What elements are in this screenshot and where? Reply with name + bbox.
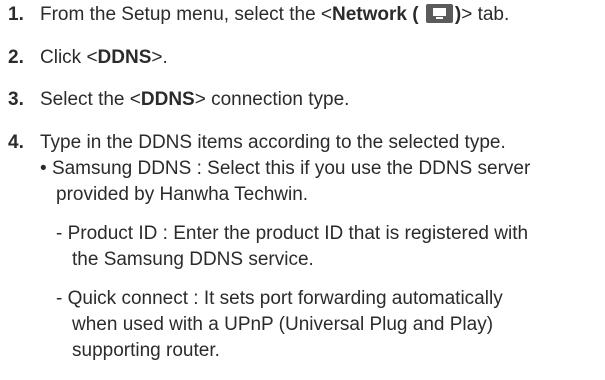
bullet-text-line2: provided by Hanwha Techwin.	[56, 184, 309, 205]
bullet-marker: •	[40, 158, 47, 179]
dash-text-line3: supporting router.	[72, 340, 220, 361]
bullet-samsung-ddns-cont: provided by Hanwha Techwin.	[56, 183, 308, 207]
dash-text-line2: when used with a UPnP (Universal Plug an…	[72, 314, 494, 335]
dash-quick-connect: - Quick connect : It sets port forwardin…	[56, 287, 503, 311]
step-number: 1.	[8, 4, 24, 25]
ddns-label: DDNS	[140, 89, 195, 110]
dash-text-line1: Product ID : Enter the product ID that i…	[67, 223, 529, 244]
step-number: 4.	[8, 132, 24, 153]
dash-product-id-cont: the Samsung DDNS service.	[72, 248, 314, 272]
bullet-text-line1: Samsung DDNS : Select this if you use th…	[51, 158, 531, 179]
step-number: 3.	[8, 89, 24, 110]
step-number: 2.	[8, 47, 24, 68]
step-3: 3. Select the <DDNS> connection type.	[8, 88, 598, 112]
dash-text-line1: Quick connect : It sets port forwarding …	[67, 288, 503, 309]
dash-quick-connect-cont: when used with a UPnP (Universal Plug an…	[72, 313, 493, 337]
step-text-post: > connection type.	[194, 89, 350, 110]
dash-marker: -	[56, 288, 63, 309]
step-text-pre: Select the <	[40, 89, 141, 110]
dash-quick-connect-cont-2: supporting router.	[72, 339, 220, 363]
ddns-label: DDNS	[97, 47, 152, 68]
step-text-post: >.	[151, 47, 168, 68]
step-2: 2. Click <DDNS>.	[8, 46, 598, 70]
step-text-post: > tab.	[461, 4, 510, 25]
step-4: 4. Type in the DDNS items according to th…	[8, 131, 598, 155]
step-text-pre: From the Setup menu, select the <	[40, 4, 333, 25]
dash-product-id: - Product ID : Enter the product ID that…	[56, 222, 528, 246]
network-monitor-icon	[425, 4, 453, 23]
step-text-pre: Click <	[40, 47, 98, 68]
bullet-samsung-ddns: • Samsung DDNS : Select this if you use …	[40, 157, 530, 181]
network-tab-label: Network (	[332, 4, 419, 25]
dash-text-line2: the Samsung DDNS service.	[72, 249, 314, 270]
step-text: Type in the DDNS items according to the …	[40, 132, 506, 153]
step-1: 1. From the Setup menu, select the <Netwo…	[8, 3, 598, 27]
dash-marker: -	[56, 223, 63, 244]
